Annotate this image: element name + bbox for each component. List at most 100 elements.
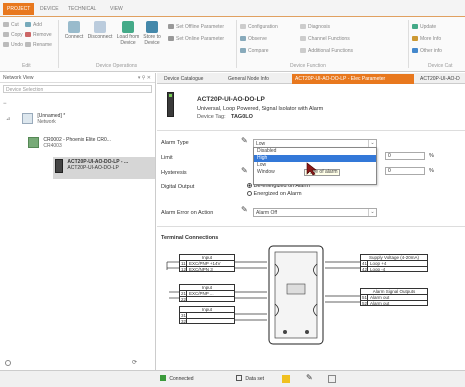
terminal-number: 12 xyxy=(181,267,187,272)
ribbon-tab-view[interactable]: VIEW xyxy=(106,3,127,15)
ribbon-tab-project[interactable]: PROJECT xyxy=(3,3,35,15)
network-view-header: Network View ▾ ⚲ ✕ xyxy=(0,73,155,83)
terminal-value: EXC/NPN 3 xyxy=(189,267,213,272)
terminal-value: Alarm out xyxy=(370,301,390,306)
pencil-icon[interactable]: ✎ xyxy=(241,136,248,145)
tree-item-sublabel: Network xyxy=(37,119,56,125)
collapse-toggle-icon[interactable]: ⊿ xyxy=(6,116,10,122)
ribbon-tab-device[interactable]: DEVICE xyxy=(36,3,63,15)
other-info-label: Other info xyxy=(420,48,442,54)
add-button[interactable]: Add xyxy=(25,22,42,29)
channel-functions-icon xyxy=(300,36,306,41)
channel-functions-label: Channel Functions xyxy=(308,36,350,42)
supply-voltage-box: Supply Voltage (4-20mA) 41 Loop +4 42 Loop… xyxy=(360,254,428,272)
device-node-icon xyxy=(28,137,39,148)
store-label: Store to Device xyxy=(143,34,161,46)
additional-functions-icon xyxy=(300,48,306,53)
status-led-icon xyxy=(169,94,172,97)
tab-general-node-info[interactable]: General Node Info xyxy=(225,74,272,84)
set-offline-parameter-button[interactable]: Set Offline Parameter xyxy=(168,24,224,31)
diagnosis-button[interactable]: Diagnosis xyxy=(300,24,330,31)
compare-label: Compare xyxy=(248,48,269,54)
rename-label: Rename xyxy=(33,42,52,48)
pencil-icon[interactable]: ✎ xyxy=(306,373,313,382)
undo-button[interactable]: Undo xyxy=(3,42,23,49)
alarm-option-window-label: Window xyxy=(257,169,275,175)
grid-icon[interactable] xyxy=(328,375,336,383)
digital-output-label: Digital Output xyxy=(161,184,195,190)
configuration-button[interactable]: Configuration xyxy=(240,24,278,31)
collapse-icon[interactable]: − xyxy=(3,101,7,107)
ribbon-tab-technical[interactable]: TECHNICAL xyxy=(64,3,100,15)
channel-functions-button[interactable]: Channel Functions xyxy=(300,36,350,43)
update-icon xyxy=(412,24,418,29)
tree-item-act20p-selected[interactable]: ACT20P-UI-AO-DO-LP - ... ACT20P-UI-AO-DO… xyxy=(53,157,155,179)
compare-icon xyxy=(240,48,246,53)
tab-act20p-second[interactable]: ACT20P-UI-AO-D xyxy=(417,74,463,84)
load-from-device-button[interactable]: Load from Device xyxy=(116,21,140,46)
device-selection-field[interactable]: Device Selection xyxy=(3,85,152,93)
network-view-panel: Network View ▾ ⚲ ✕ Device Selection − ⊿ … xyxy=(0,73,156,370)
tab-elec-parameter[interactable]: ACT20P-UI-AO-DO-LP - Elec Parameter xyxy=(292,74,414,84)
connected-icon xyxy=(160,375,166,381)
other-info-button[interactable]: Other info xyxy=(412,48,442,55)
terminal-value xyxy=(187,297,189,302)
tab-device-catalogue[interactable]: Device Catalogue xyxy=(161,74,206,84)
alarm-option-high[interactable]: High xyxy=(254,155,376,162)
additional-functions-label: Additional Functions xyxy=(308,48,354,54)
chevron-down-icon[interactable]: ⌄ xyxy=(368,209,376,216)
store-to-device-button[interactable]: Store to Device xyxy=(140,21,164,46)
data-set-label: Data set xyxy=(245,376,265,382)
configuration-label: Configuration xyxy=(248,24,278,30)
more-info-button[interactable]: More Info xyxy=(412,36,441,43)
alarm-option-disabled[interactable]: Disabled xyxy=(254,148,376,155)
chevron-down-icon[interactable]: ⌄ xyxy=(368,140,376,147)
alarm-error-value: Alarm Off xyxy=(256,210,278,216)
input-box-1: Input 11 EXC/PNP +14V 12 EXC/NPN 3 xyxy=(179,254,235,272)
copy-button[interactable]: Copy xyxy=(3,32,23,39)
diagnosis-label: Diagnosis xyxy=(308,24,330,30)
scroll-button[interactable] xyxy=(5,360,11,366)
rename-button[interactable]: Rename xyxy=(25,42,52,49)
remove-icon xyxy=(25,32,31,37)
add-icon xyxy=(25,22,31,27)
limit-field[interactable]: 0 xyxy=(385,152,425,160)
tree-item-cr0002[interactable]: CR0002 - Phoenix Elite CR0... CR4003 xyxy=(28,137,111,149)
cut-button[interactable]: Cut xyxy=(3,22,19,29)
pencil-icon[interactable]: ✎ xyxy=(241,166,248,175)
radio-energized[interactable]: Energized on Alarm xyxy=(247,191,302,197)
observe-label: Observe xyxy=(248,36,267,42)
mouse-cursor-icon xyxy=(306,162,317,176)
document-tabs: Device Catalogue General Node Info ACT20… xyxy=(157,73,465,84)
additional-functions-button[interactable]: Additional Functions xyxy=(300,48,353,55)
tree-item-network[interactable]: ⊿ [Unnamed] * Network xyxy=(6,113,65,125)
update-button[interactable]: Update xyxy=(412,24,436,31)
remove-label: Remove xyxy=(33,32,52,38)
pencil-icon[interactable]: ✎ xyxy=(241,205,248,214)
cut-label: Cut xyxy=(11,22,19,28)
terminal-value: Loop -4 xyxy=(370,267,386,272)
radio-checked-icon xyxy=(247,183,252,188)
alarm-error-select[interactable]: Alarm Off ⌄ xyxy=(253,208,377,217)
ribbon-divider xyxy=(58,20,59,68)
set-online-parameter-button[interactable]: Set Online Parameter xyxy=(168,36,224,43)
input-box-2: Input 21 EXC/PNP ... 22 xyxy=(179,284,235,302)
hysteresis-field[interactable]: 0 xyxy=(385,167,425,175)
observe-button[interactable]: Observe xyxy=(240,36,267,43)
set-online-label: Set Online Parameter xyxy=(176,36,225,42)
compare-button[interactable]: Compare xyxy=(240,48,269,55)
parameter-editor: ACT20P-UI-AO-DO-LP Universal, Loop Power… xyxy=(157,84,465,369)
terminal-number: 52 xyxy=(362,301,368,306)
connect-label: Connect xyxy=(64,34,84,40)
scissors-icon xyxy=(3,22,9,27)
panel-controls[interactable]: ▾ ⚲ ✕ xyxy=(138,75,151,81)
disconnect-button[interactable]: Disconnect xyxy=(86,21,114,40)
ribbon: Cut Copy Undo Add Remove Rename Edit Con… xyxy=(0,17,465,72)
tree-item-sublabel: CR4003 xyxy=(43,143,62,149)
terminal-row: 52 Alarm out xyxy=(361,300,427,306)
warning-icon[interactable] xyxy=(282,375,290,383)
remove-button[interactable]: Remove xyxy=(25,32,52,39)
tab-elec-parameter-label: ACT20P-UI-AO-DO-LP - Elec Parameter xyxy=(295,76,386,82)
connect-button[interactable]: Connect xyxy=(62,21,86,40)
refresh-icon[interactable]: ⟳ xyxy=(132,359,137,366)
